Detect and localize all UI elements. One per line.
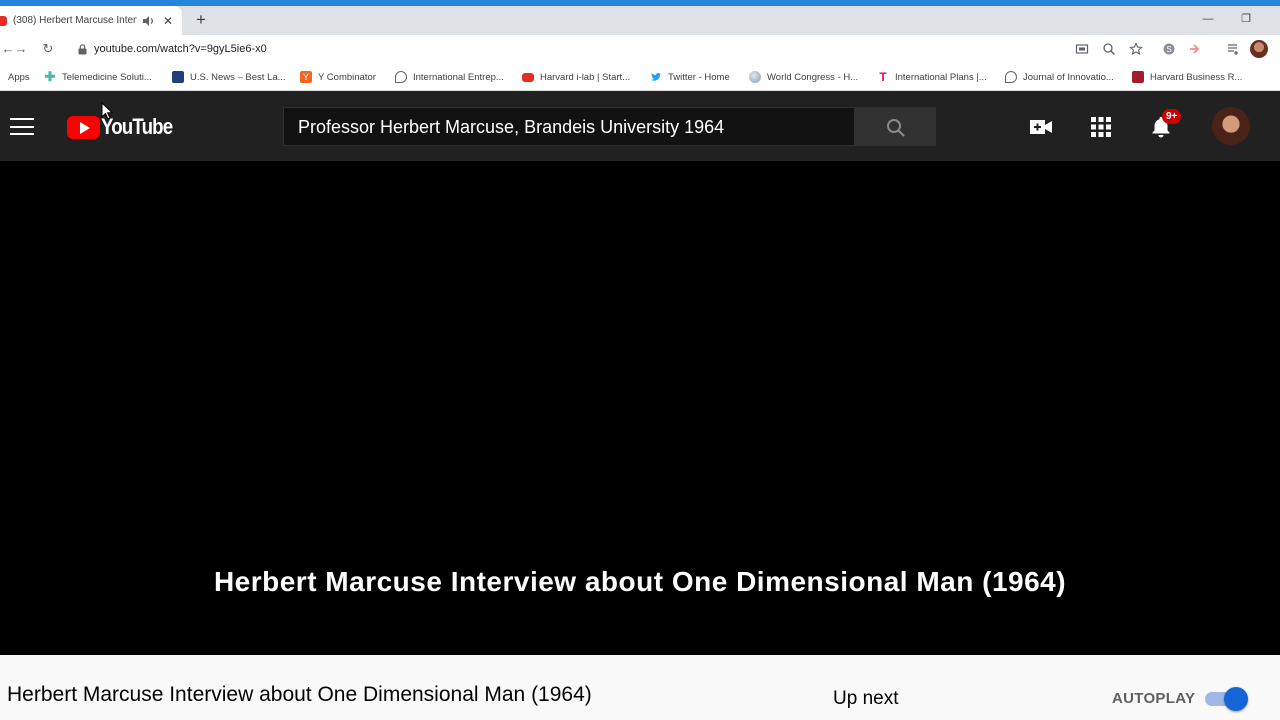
apps-grid-icon[interactable] bbox=[1089, 115, 1113, 139]
twitter-icon bbox=[651, 73, 661, 81]
address-bar[interactable]: youtube.com/watch?v=9gyL5ie6-x0 bbox=[94, 43, 267, 55]
autoplay-toggle[interactable] bbox=[1205, 687, 1248, 711]
tab-close-icon[interactable]: ✕ bbox=[161, 14, 175, 28]
bookmark-world-congress[interactable]: World Congress - H... bbox=[749, 70, 858, 84]
plus-cross-icon: ✚ bbox=[44, 69, 56, 84]
new-tab-button[interactable]: + bbox=[193, 10, 209, 30]
account-avatar[interactable] bbox=[1212, 107, 1250, 145]
mouse-pointer-icon bbox=[101, 102, 113, 120]
extension-arrow-icon[interactable] bbox=[1188, 42, 1202, 56]
bookmark-label: International Entrep... bbox=[413, 71, 504, 83]
bookmark-usnews[interactable]: U.S. News – Best La... bbox=[172, 70, 286, 84]
usnews-icon bbox=[172, 71, 184, 83]
bookmark-harvard-ilab[interactable]: Harvard i-lab | Start... bbox=[522, 70, 630, 84]
search-button[interactable] bbox=[855, 107, 936, 146]
toggle-knob bbox=[1224, 687, 1248, 711]
bookmark-label: Apps bbox=[8, 71, 30, 83]
speaker-icon[interactable] bbox=[141, 14, 155, 28]
bookmark-telemedicine[interactable]: ✚ Telemedicine Soluti... bbox=[44, 70, 152, 84]
hbr-icon bbox=[1132, 71, 1144, 83]
svg-text:S: S bbox=[1166, 45, 1171, 54]
bookmark-label: Twitter - Home bbox=[668, 71, 730, 83]
youtube-header: YouTube Professor Herbert Marcuse, Brand… bbox=[0, 91, 1280, 161]
notification-count-badge: 9+ bbox=[1162, 109, 1182, 124]
video-player[interactable]: Herbert Marcuse Interview about One Dime… bbox=[0, 161, 1280, 655]
bookmark-hbr[interactable]: Harvard Business R... bbox=[1132, 70, 1242, 84]
screen: (308) Herbert Marcuse Interv ✕ + — ❐ ← →… bbox=[0, 0, 1280, 720]
up-next-heading: Up next bbox=[833, 688, 899, 709]
minimize-icon[interactable]: — bbox=[1200, 10, 1216, 28]
youtube-favicon-icon bbox=[0, 15, 7, 26]
restore-icon[interactable]: ❐ bbox=[1238, 10, 1254, 28]
bookmark-label: Journal of Innovatio... bbox=[1023, 71, 1114, 83]
search-icon bbox=[887, 119, 905, 137]
lock-icon[interactable] bbox=[78, 44, 87, 55]
bookmark-journal-innovation[interactable]: Journal of Innovatio... bbox=[1005, 70, 1114, 84]
bookmark-apps[interactable]: Apps bbox=[8, 70, 30, 84]
skype-extension-icon[interactable]: S bbox=[1162, 42, 1176, 56]
menu-hamburger-icon[interactable] bbox=[10, 118, 34, 135]
browser-toolbar: ← → ↻ youtube.com/watch?v=9gyL5ie6-x0 S bbox=[0, 35, 1280, 64]
zoom-icon[interactable] bbox=[1102, 42, 1116, 56]
browser-tab-active[interactable]: (308) Herbert Marcuse Interv ✕ bbox=[0, 6, 182, 35]
autoplay-label: AUTOPLAY bbox=[1112, 690, 1196, 707]
ycombinator-icon: Y bbox=[300, 71, 312, 83]
bookmarks-bar: Apps ✚ Telemedicine Soluti... U.S. News … bbox=[0, 64, 1280, 91]
bookmark-international-entrep[interactable]: International Entrep... bbox=[395, 70, 504, 84]
cast-icon[interactable] bbox=[1075, 42, 1089, 56]
reload-icon[interactable]: ↻ bbox=[40, 41, 56, 57]
browser-profile-avatar[interactable] bbox=[1250, 40, 1268, 58]
bookmark-label: Harvard Business R... bbox=[1150, 71, 1243, 83]
video-title: Herbert Marcuse Interview about One Dime… bbox=[7, 683, 592, 706]
watch-info-area: Herbert Marcuse Interview about One Dime… bbox=[0, 655, 1280, 720]
video-frame-caption: Herbert Marcuse Interview about One Dime… bbox=[213, 566, 1067, 597]
page-icon bbox=[395, 71, 407, 83]
media-queue-icon[interactable] bbox=[1226, 42, 1240, 56]
bookmark-label: U.S. News – Best La... bbox=[190, 71, 286, 83]
bookmark-star-icon[interactable] bbox=[1129, 42, 1143, 56]
create-video-icon[interactable] bbox=[1029, 115, 1053, 139]
search-input[interactable]: Professor Herbert Marcuse, Brandeis Univ… bbox=[283, 107, 855, 146]
bookmark-label: World Congress - H... bbox=[767, 71, 859, 83]
youtube-logo[interactable]: YouTube bbox=[67, 114, 185, 140]
page-icon bbox=[1005, 71, 1017, 83]
tab-title: (308) Herbert Marcuse Interv bbox=[13, 15, 137, 26]
bookmark-international-plans[interactable]: T International Plans |... bbox=[877, 70, 987, 84]
bookmark-label: Y Combinator bbox=[318, 71, 376, 83]
tmobile-icon: T bbox=[879, 70, 887, 84]
bookmark-label: Harvard i-lab | Start... bbox=[540, 71, 631, 83]
bookmark-label: International Plans |... bbox=[895, 71, 987, 83]
bookmark-twitter[interactable]: Twitter - Home bbox=[650, 70, 730, 84]
bookmark-label: Telemedicine Soluti... bbox=[62, 71, 152, 83]
globe-icon bbox=[749, 71, 761, 83]
youtube-play-logo-icon bbox=[67, 115, 100, 139]
youtube-icon bbox=[522, 72, 534, 82]
tab-strip: (308) Herbert Marcuse Interv ✕ + — ❐ bbox=[0, 6, 1280, 35]
forward-arrow-icon[interactable]: → bbox=[13, 41, 29, 57]
bookmark-ycombinator[interactable]: Y Y Combinator bbox=[300, 70, 376, 84]
